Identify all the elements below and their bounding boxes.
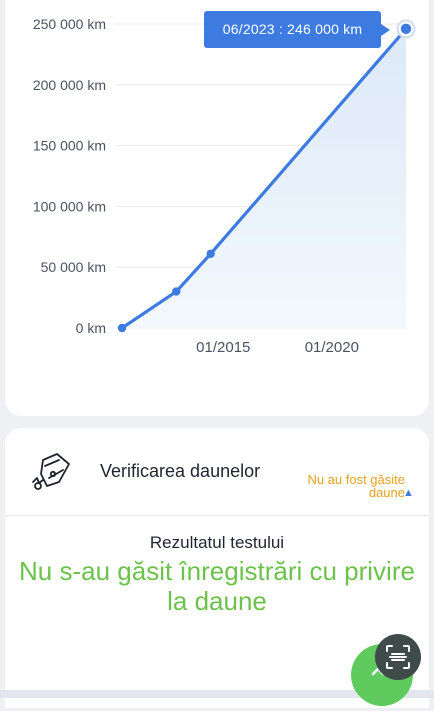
- x-tick-label: 01/2015: [196, 339, 250, 356]
- y-tick-label: 250 000 km: [33, 16, 106, 32]
- damage-section-title: Verificarea daunelor: [100, 461, 261, 481]
- data-point[interactable]: [206, 249, 215, 259]
- mileage-chart: 250 000 km 200 000 km 150 000 km 100 000 km…: [33, 16, 416, 356]
- scan-icon: [386, 645, 410, 669]
- chart-tooltip: 06/2023 : 246 000 km: [204, 11, 390, 48]
- result-message: Nu s-au găsit înregistrări cu privire la…: [19, 556, 415, 616]
- data-point[interactable]: [117, 323, 127, 333]
- y-tick-label: 0 km: [76, 320, 106, 336]
- scan-button[interactable]: [375, 634, 421, 680]
- result-label: Rezultatul testului: [149, 533, 285, 552]
- chevron-up-icon[interactable]: ▲: [403, 487, 414, 499]
- y-tick-label: 150 000 km: [33, 138, 106, 154]
- data-point[interactable]: [400, 23, 412, 35]
- section-divider: [5, 515, 429, 516]
- car-damage-icon: [32, 453, 70, 490]
- damage-status-line2: daune: [368, 485, 405, 500]
- x-tick-label: 01/2020: [305, 339, 359, 356]
- y-tick-label: 200 000 km: [33, 77, 106, 93]
- y-tick-label: 50 000 km: [41, 259, 106, 275]
- damage-status-badge[interactable]: Nu au fost găsite daune: [275, 473, 405, 499]
- data-point[interactable]: [172, 287, 181, 296]
- y-tick-label: 100 000 km: [33, 198, 106, 214]
- series-area: [122, 28, 406, 328]
